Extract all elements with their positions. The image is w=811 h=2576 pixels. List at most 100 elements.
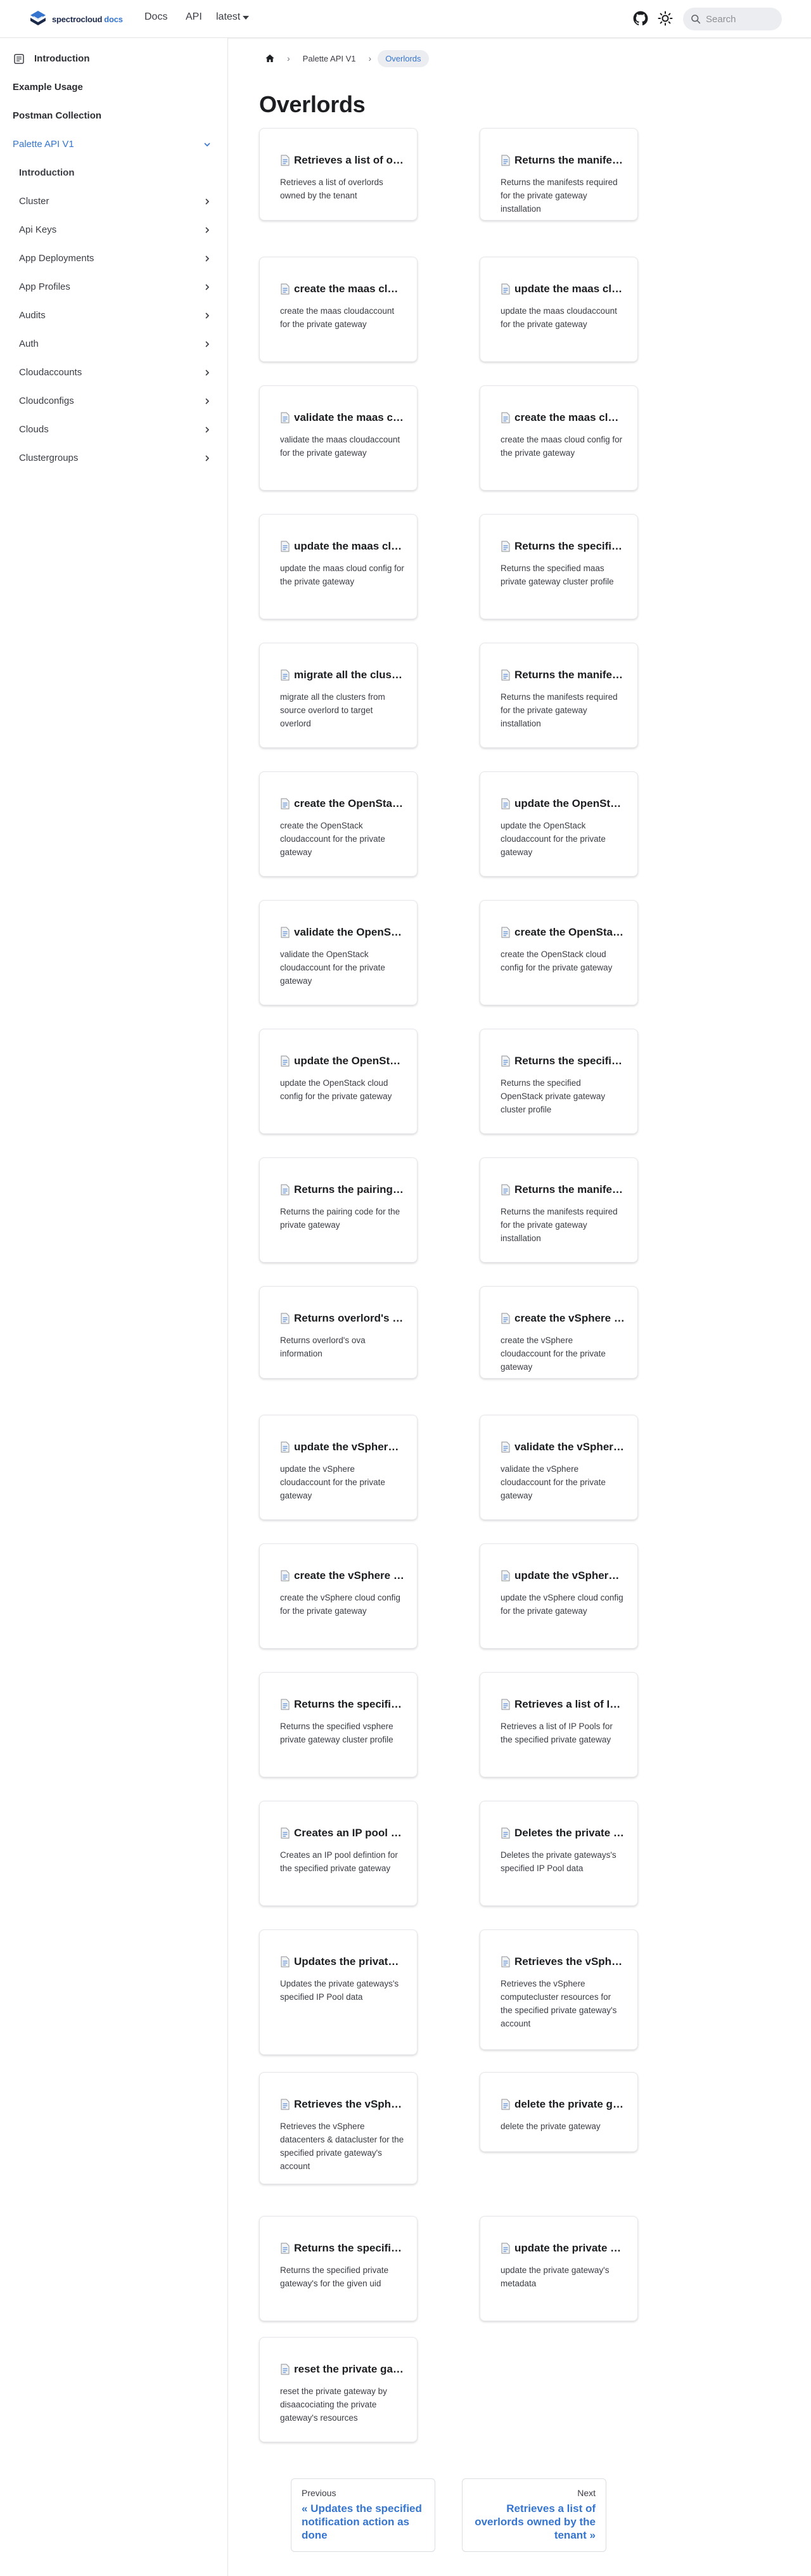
endpoint-card[interactable]: update the maas cloud config for the pri…: [259, 514, 418, 619]
document-icon: [501, 798, 510, 809]
endpoint-card[interactable]: Retrieves the vSphere datacenters & data…: [259, 2072, 418, 2184]
pagination-next[interactable]: Next Retrieves a list of overlords owned…: [462, 2478, 606, 2552]
endpoint-card[interactable]: validate the OpenStack cloudaccount for …: [259, 900, 418, 1005]
card-title: update the maas cloudaccount for the pri…: [501, 283, 625, 295]
endpoint-card[interactable]: update the OpenStack cloud config for th…: [259, 1029, 418, 1134]
endpoint-card[interactable]: create the maas cloud config for the pri…: [480, 385, 638, 491]
endpoint-card[interactable]: delete the private gateway delete the pri…: [480, 2072, 638, 2152]
endpoint-card[interactable]: Updates the private gateways's specified…: [259, 1929, 418, 2055]
endpoint-card[interactable]: Retrieves the vSphere computecluster res…: [480, 1929, 638, 2050]
endpoint-card[interactable]: update the vSphere cloud config for the …: [480, 1543, 638, 1649]
sidebar-item-clustergroups[interactable]: Clustergroups: [5, 444, 220, 463]
sidebar-item-app-deployments[interactable]: App Deployments: [5, 244, 220, 273]
sidebar-item-introduction[interactable]: Introduction: [5, 44, 220, 73]
document-icon: [281, 541, 290, 552]
card-description: Returns the specified private gateway's …: [280, 2265, 389, 2288]
endpoint-card[interactable]: create the OpenStack cloudaccount for th…: [259, 771, 418, 877]
breadcrumb-palette-api[interactable]: Palette API V1: [297, 50, 362, 67]
sidebar-item-api-keys[interactable]: Api Keys: [5, 216, 220, 244]
document-icon: [501, 1570, 510, 1581]
endpoint-card[interactable]: create the OpenStack cloud config for th…: [480, 900, 638, 1005]
breadcrumb-home[interactable]: [259, 49, 281, 67]
sidebar-item-audits[interactable]: Audits: [5, 301, 220, 330]
endpoint-card[interactable]: reset the private gateway by disaacociat…: [259, 2337, 418, 2442]
document-icon: [501, 1313, 510, 1324]
document-icon: [281, 2364, 290, 2375]
endpoint-card[interactable]: validate the maas cloudaccount for the p…: [259, 385, 418, 491]
sidebar-item-palette-api-v1[interactable]: Palette API V1: [5, 130, 220, 158]
breadcrumb: › Palette API V1 › Overlords: [259, 49, 429, 67]
endpoint-card[interactable]: Deletes the private gateways's specified…: [480, 1801, 638, 1906]
card-title: Updates the private gateways's specified…: [280, 1955, 404, 1968]
search-input[interactable]: [706, 13, 769, 25]
endpoint-card[interactable]: create the maas cloudaccount for the pri…: [259, 257, 418, 362]
brand-logo[interactable]: spectrocloud docs: [28, 9, 123, 29]
sidebar: Introduction Example Usage Postman Collect…: [0, 38, 228, 2576]
endpoint-card[interactable]: Returns the specified OpenStack private …: [480, 1029, 638, 1134]
sidebar-item-app-profiles[interactable]: App Profiles: [5, 273, 220, 301]
version-dropdown[interactable]: latest: [216, 11, 250, 23]
document-icon: [501, 1827, 510, 1839]
endpoint-card[interactable]: Creates an IP pool defintion for the spe…: [259, 1801, 418, 1906]
document-icon: [501, 669, 510, 681]
pagination-previous[interactable]: Previous « Updates the specified notific…: [291, 2478, 435, 2552]
sidebar-item-example-usage[interactable]: Example Usage: [5, 73, 220, 101]
endpoint-card[interactable]: Returns the specified maas private gatew…: [480, 514, 638, 619]
card-description: Retrieves a list of overlords owned by t…: [280, 177, 383, 200]
sidebar-item-clouds[interactable]: Clouds: [5, 415, 220, 444]
endpoint-card[interactable]: Returns the manifests required for the p…: [480, 1157, 638, 1263]
sidebar-item-cloudconfigs[interactable]: Cloudconfigs: [5, 387, 220, 415]
card-description: validate the vSphere cloudaccount for th…: [501, 1464, 606, 1500]
card-description: Returns the specified maas private gatew…: [501, 564, 614, 586]
search-box[interactable]: [683, 8, 782, 30]
document-icon: [501, 283, 510, 295]
endpoint-card[interactable]: migrate all the clusters from source ove…: [259, 643, 418, 748]
endpoint-card[interactable]: update the private gateway's metadata upd…: [480, 2216, 638, 2321]
nav-docs-link[interactable]: Docs: [144, 11, 167, 23]
card-description: Creates an IP pool defintion for the spe…: [280, 1850, 398, 1873]
card-title: create the vSphere cloud config for the …: [280, 1569, 404, 1582]
card-description: update the OpenStack cloudaccount for th…: [501, 821, 606, 857]
card-title: create the OpenStack cloudaccount for th…: [280, 797, 404, 810]
endpoint-card[interactable]: Returns the manifests required for the p…: [480, 128, 638, 221]
github-icon[interactable]: [632, 10, 649, 27]
sidebar-menu: Introduction Example Usage Postman Collect…: [0, 44, 227, 463]
endpoint-card[interactable]: validate the vSphere cloudaccount for th…: [480, 1415, 638, 1520]
sidebar-item-label: Api Keys: [19, 224, 57, 235]
card-title: Returns the specified maas private gatew…: [501, 540, 625, 553]
pager-prev-title: « Updates the specified notification act…: [302, 2502, 422, 2541]
chevron-right-icon: [205, 312, 210, 319]
card-title: update the maas cloud config for the pri…: [280, 540, 404, 553]
sidebar-item-auth[interactable]: Auth: [5, 330, 220, 358]
sidebar-item-label: Introduction: [19, 167, 75, 178]
endpoint-card[interactable]: update the vSphere cloudaccount for the …: [259, 1415, 418, 1520]
sidebar-item-cluster[interactable]: Cluster: [5, 187, 220, 216]
document-icon: [281, 283, 290, 295]
endpoint-card[interactable]: update the maas cloudaccount for the pri…: [480, 257, 638, 362]
endpoint-card[interactable]: Returns the manifests required for the p…: [480, 643, 638, 748]
card-description: validate the OpenStack cloudaccount for …: [280, 950, 385, 986]
endpoint-card[interactable]: create the vSphere cloud config for the …: [259, 1543, 418, 1649]
endpoint-card[interactable]: Retrieves a list of overlords owned by t…: [259, 128, 418, 221]
card-title: create the maas cloud config for the pri…: [501, 411, 625, 424]
endpoint-card[interactable]: Returns overlord's ova information Return…: [259, 1286, 418, 1379]
card-description: update the OpenStack cloud config for th…: [280, 1078, 392, 1101]
sidebar-item-label: Postman Collection: [13, 110, 102, 121]
endpoint-card[interactable]: update the OpenStack cloudaccount for th…: [480, 771, 638, 877]
chevron-right-icon: [205, 397, 210, 404]
sidebar-item-introduction[interactable]: Introduction: [5, 158, 220, 187]
theme-toggle-icon[interactable]: [658, 11, 673, 26]
sidebar-item-cloudaccounts[interactable]: Cloudaccounts: [5, 358, 220, 387]
nav-api-link[interactable]: API: [186, 11, 202, 23]
endpoint-card[interactable]: Returns the specified vsphere private ga…: [259, 1672, 418, 1777]
endpoint-card[interactable]: Returns the specified private gateway's …: [259, 2216, 418, 2321]
document-icon: [281, 1055, 290, 1067]
chevron-right-icon: [205, 226, 210, 233]
sidebar-item-label: Introduction: [34, 53, 90, 64]
endpoint-card[interactable]: Returns the pairing code for the private…: [259, 1157, 418, 1263]
endpoint-card[interactable]: create the vSphere cloudaccount for the …: [480, 1286, 638, 1379]
endpoint-card[interactable]: Retrieves a list of IP Pools for the spe…: [480, 1672, 638, 1777]
sidebar-item-postman-collection[interactable]: Postman Collection: [5, 101, 220, 130]
sidebar-item-label: App Profiles: [19, 281, 70, 292]
card-description: Returns the manifests required for the p…: [501, 1207, 618, 1243]
